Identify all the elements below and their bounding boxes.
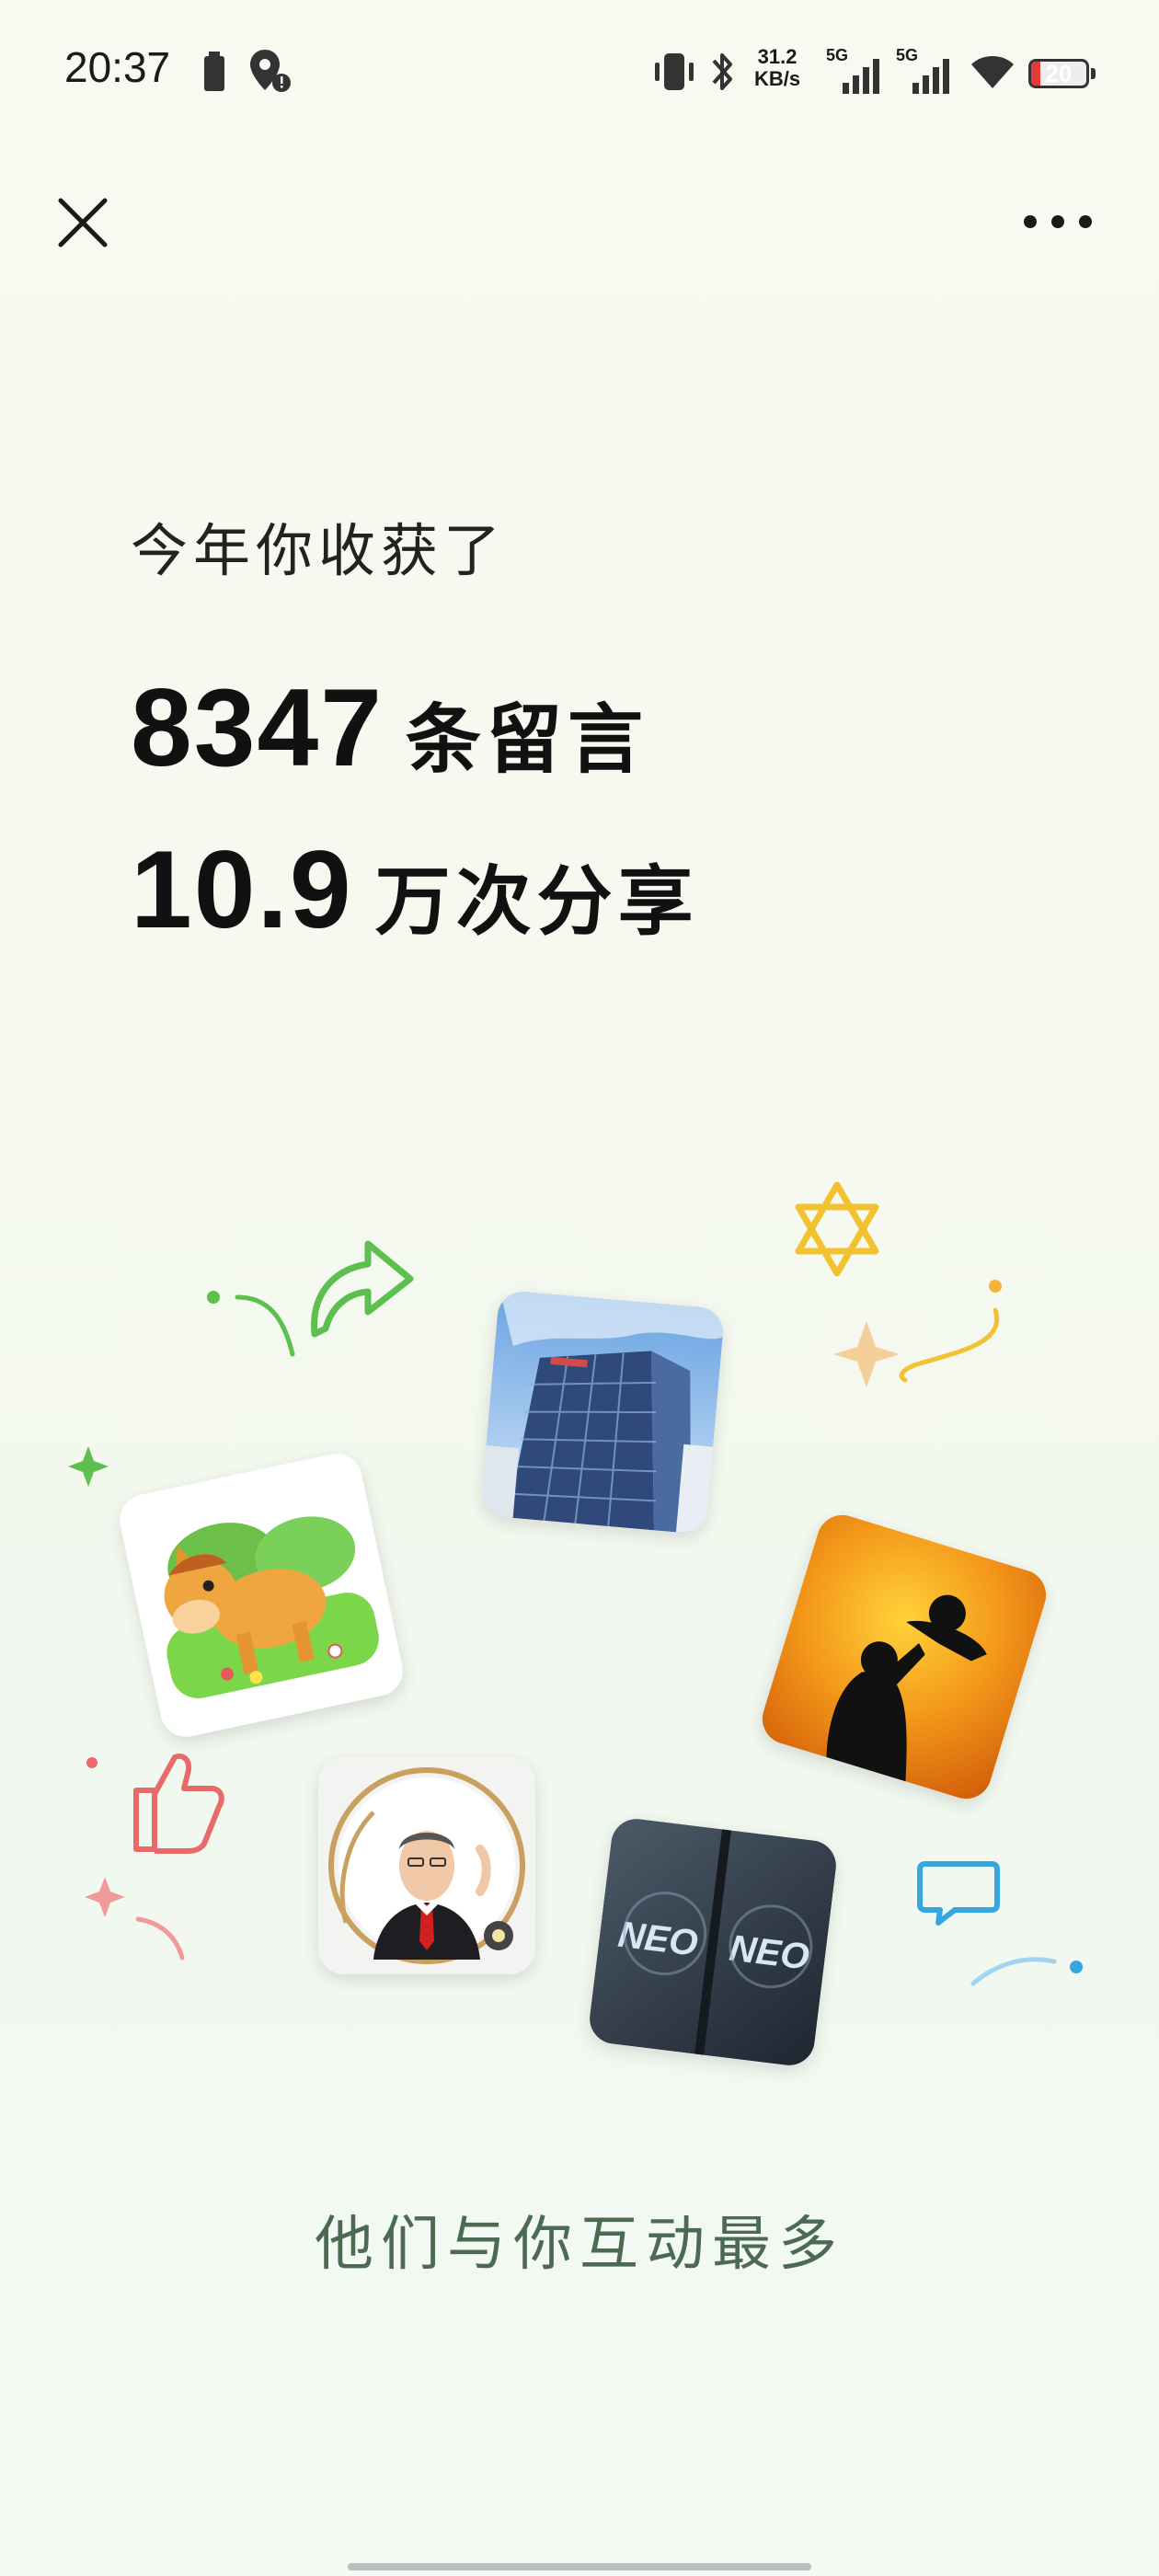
green-sparkle-decoration (68, 1446, 109, 1487)
interaction-caption: 他们与你互动最多 (315, 2211, 844, 2279)
red-dot-decoration (86, 1757, 98, 1768)
location-alert-icon (250, 50, 291, 92)
home-indicator[interactable] (348, 2563, 811, 2570)
blue-curve-decoration (970, 1957, 1057, 1986)
wifi-icon (971, 56, 1014, 88)
comments-count: 8347 (131, 666, 384, 789)
status-bar: 20:37 31.2 KB/s 5G 5G 20 (0, 0, 1159, 138)
shares-stat: 10.9 万次分享 (131, 826, 699, 953)
blue-dot-decoration (1070, 1961, 1083, 1973)
avatar-pony[interactable] (115, 1449, 407, 1742)
red-curve-decoration (135, 1916, 185, 1961)
vibrate-icon (655, 53, 694, 90)
thumbs-up-icon (133, 1754, 224, 1854)
yellow-curve-decoration (899, 1307, 1000, 1383)
network-speed-unit: KB/s (754, 67, 801, 90)
more-options-icon[interactable] (1021, 208, 1095, 236)
battery-cap (1091, 68, 1096, 79)
network-speed-value: 31.2 (757, 45, 798, 68)
battery-status-icon (204, 52, 224, 91)
chat-bubble-icon (917, 1861, 1000, 1926)
green-curve-decoration (235, 1294, 295, 1357)
red-sparkle-decoration (85, 1877, 125, 1917)
man-suit-photo (318, 1757, 535, 1974)
avatar-neo-phone[interactable]: NEO NEO (586, 1815, 840, 2069)
comments-stat: 8347 条留言 (131, 664, 648, 791)
status-time: 20:37 (64, 43, 171, 91)
shares-count: 10.9 (131, 828, 353, 951)
pony-cartoon (115, 1449, 407, 1742)
summary-subtitle: 今年你收获了 (131, 517, 507, 584)
battery-percent: 20 (1045, 60, 1073, 87)
signal-bars-icon (843, 59, 879, 94)
yellow-dot-decoration (989, 1280, 1002, 1293)
neo-phone-photo: NEO NEO (586, 1815, 840, 2069)
avatar-man-suit[interactable] (318, 1757, 535, 1974)
battery-icon: 20 (1028, 59, 1089, 88)
yellow-star-icon (795, 1181, 879, 1277)
network-speed: 31.2 KB/s (754, 46, 800, 90)
shares-label: 万次分享 (374, 858, 699, 946)
green-dot-decoration (207, 1291, 220, 1304)
comments-label: 条留言 (405, 696, 648, 784)
bluetooth-icon (712, 53, 732, 90)
close-icon[interactable] (57, 197, 109, 248)
share-arrow-icon (311, 1240, 414, 1338)
signal-bars-icon (912, 59, 949, 94)
building-photo (479, 1289, 726, 1535)
orange-sparkle-decoration (833, 1321, 900, 1387)
avatar-building[interactable] (479, 1289, 726, 1535)
